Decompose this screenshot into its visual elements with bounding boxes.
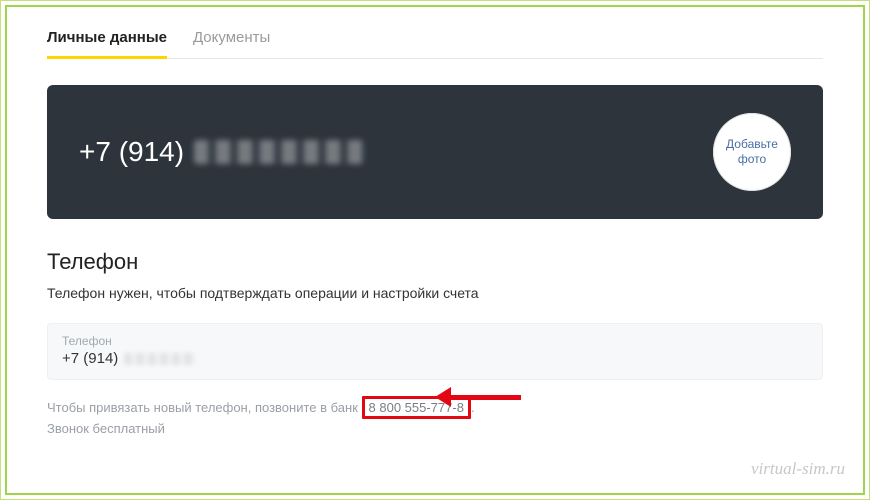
section-description: Телефон нужен, чтобы подтверждать операц… <box>47 285 823 301</box>
phone-section: Телефон Телефон нужен, чтобы подтверждат… <box>47 249 823 440</box>
profile-phone-number: +7 (914) <box>79 136 364 168</box>
hint-line2: Звонок бесплатный <box>47 421 165 436</box>
tab-personal[interactable]: Личные данные <box>47 21 167 58</box>
phone-value-masked <box>124 353 196 365</box>
tab-documents[interactable]: Документы <box>193 21 270 58</box>
add-photo-label: Добавьте фото <box>713 137 791 167</box>
add-photo-button[interactable]: Добавьте фото <box>713 113 791 191</box>
tabs: Личные данные Документы <box>47 21 823 59</box>
annotation-arrow <box>449 395 521 400</box>
watermark: virtual-sim.ru <box>751 459 845 479</box>
phone-field-value: +7 (914) <box>62 350 808 367</box>
phone-field[interactable]: Телефон +7 (914) <box>47 323 823 380</box>
phone-prefix: +7 (914) <box>79 136 184 168</box>
profile-header-card: +7 (914) Добавьте фото <box>47 85 823 219</box>
phone-field-label: Телефон <box>62 334 808 348</box>
hint-prefix: Чтобы привязать новый телефон, позвоните… <box>47 400 358 415</box>
section-title: Телефон <box>47 249 823 275</box>
phone-value-prefix: +7 (914) <box>62 350 118 367</box>
phone-masked-part <box>194 140 364 164</box>
